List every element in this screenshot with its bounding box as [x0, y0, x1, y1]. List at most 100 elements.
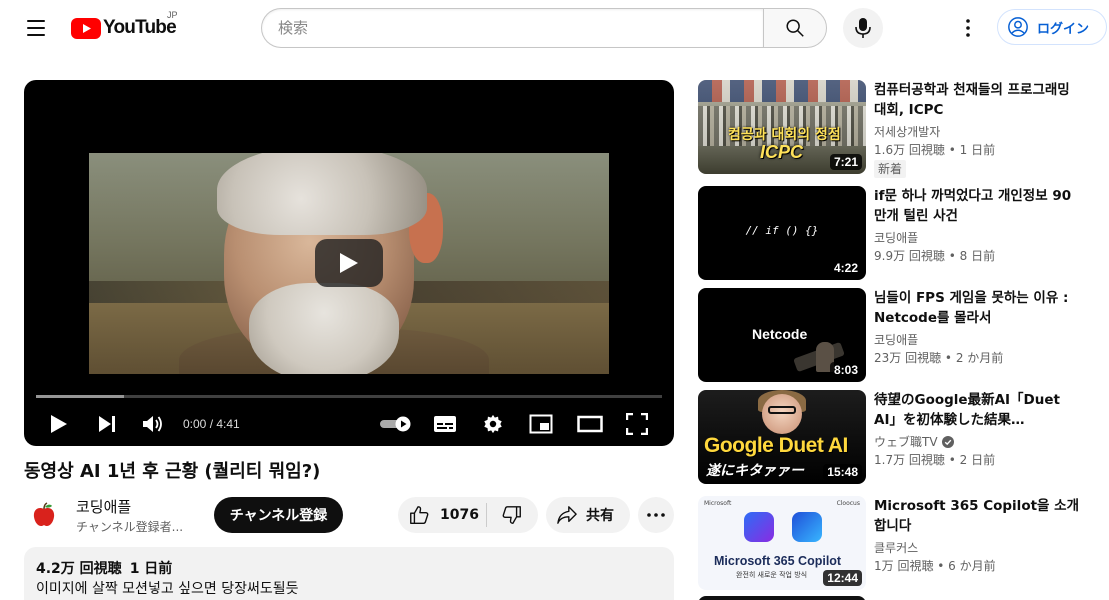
login-label: ログイン — [1037, 21, 1090, 37]
miniplayer-icon — [529, 414, 553, 434]
new-badge: 新着 — [874, 160, 907, 178]
logo-country-code: JP — [167, 10, 178, 20]
thumbnail-caption: // if () {} — [745, 224, 819, 237]
video-player[interactable]: 0:00 / 4:41 — [24, 80, 674, 446]
recommendation-title[interactable]: if문 하나 까먹었다고 개인정보 90만개 털린 사건 — [874, 186, 1079, 226]
thumbnail-caption: ICPC — [760, 142, 804, 162]
settings-button[interactable] — [478, 402, 508, 446]
meta-separator: • — [941, 351, 956, 365]
subtitles-button[interactable] — [430, 402, 460, 446]
upload-age: 2 か月前 — [955, 351, 1004, 365]
thumbnail[interactable]: 컴공과 대회의 정점 ICPC 7:21 — [698, 80, 866, 174]
recommendation-meta: 1万 回視聴 • 6 か月前 — [874, 557, 996, 575]
theater-icon — [577, 415, 603, 433]
more-actions-button[interactable] — [638, 497, 674, 533]
thumbnail-brand: Microsoft — [704, 500, 732, 507]
meta-separator: • — [944, 453, 960, 467]
like-dislike-group: 1076 — [398, 497, 538, 533]
dislike-icon — [502, 506, 521, 524]
subscriber-count: チャンネル登録者... — [76, 520, 184, 534]
search-input[interactable] — [261, 8, 763, 48]
dislike-button[interactable] — [487, 497, 537, 533]
share-button[interactable]: 共有 — [546, 497, 630, 533]
duration-badge: 7:21 — [829, 154, 862, 170]
view-count: 1万 回視聴 — [874, 559, 934, 573]
autoplay-toggle[interactable] — [378, 402, 414, 446]
mute-button[interactable] — [138, 402, 168, 446]
like-count: 1076 — [440, 507, 479, 523]
upload-age: 1 日前 — [959, 143, 996, 157]
progress-bar[interactable] — [36, 395, 662, 398]
time-display: 0:00 / 4:41 — [183, 402, 240, 446]
next-button[interactable] — [92, 402, 122, 446]
recommendation-item[interactable]: Microsoft Cloocus Microsoft 365 Copilot … — [698, 496, 1088, 590]
meta-separator: • — [944, 143, 960, 157]
play-button[interactable] — [44, 402, 74, 446]
miniplayer-button[interactable] — [526, 402, 556, 446]
like-button[interactable]: 1076 — [398, 497, 486, 533]
video-title: 동영상 AI 1년 후 근황 (퀄리티 뭐임?) — [24, 461, 321, 482]
upload-age: 6 か月前 — [948, 559, 996, 573]
youtube-logo[interactable]: YouTube JP — [71, 10, 178, 40]
channel-name: 코딩애플 — [874, 231, 919, 245]
like-icon — [410, 506, 429, 524]
buffered-bar — [36, 395, 124, 398]
play-icon — [340, 253, 358, 273]
description-text: 이미지에 살짝 모션넣고 싶으면 당장써도될듯 — [36, 581, 299, 597]
thumbnail[interactable]: Microsoft Cloocus Microsoft 365 Copilot … — [698, 496, 866, 590]
channel-name[interactable]: 코딩애플 — [76, 496, 131, 517]
large-play-button[interactable] — [315, 239, 383, 287]
voice-search-button[interactable] — [843, 8, 883, 48]
youtube-logo-icon — [71, 17, 101, 39]
recommendation-title[interactable]: 님들이 FPS 게임을 못하는 이유 : Netcode를 몰라서 — [874, 288, 1079, 328]
view-count: 9.9万 回視聴 — [874, 249, 945, 263]
thumbnail[interactable]: // if () {} 4:22 — [698, 186, 866, 280]
recommendation-thumbnail-partial[interactable] — [698, 596, 866, 600]
recommendation-channel[interactable]: 저세상개발자 — [874, 123, 940, 141]
fullscreen-button[interactable] — [622, 402, 652, 446]
thumbnail-brand: Cloocus — [836, 500, 860, 507]
recommendation-title[interactable]: 컴퓨터공학과 천재들의 프로그래밍 대회, ICPC — [874, 80, 1079, 120]
search-button[interactable] — [763, 8, 827, 48]
login-button[interactable]: ログイン — [997, 9, 1107, 45]
menu-icon[interactable] — [16, 8, 56, 48]
recommendation-channel[interactable]: ウェブ職TV — [874, 433, 954, 451]
recommendation-title[interactable]: 待望のGoogle最新AI「Duet AI」を初体験した結果… — [874, 390, 1079, 430]
subscribe-button[interactable]: チャンネル登録 — [214, 497, 343, 533]
view-count: 1.6万 回視聴 — [874, 143, 945, 157]
channel-avatar[interactable] — [24, 495, 64, 535]
view-count: 23万 回視聴 — [874, 351, 942, 365]
recommendation-item[interactable]: Google Duet AI 遂にキタァァー 15:48 待望のGoogle最新… — [698, 390, 1088, 484]
meta-separator: • — [933, 559, 949, 573]
masthead: YouTube JP ログイン — [0, 0, 1109, 56]
view-count: 4.2万 回視聴 — [36, 561, 122, 577]
description-box[interactable]: 4.2万 回視聴 1 日前 이미지에 살짝 모션넣고 싶으면 당장써도될듯 — [24, 547, 674, 600]
time-separator: / — [206, 417, 217, 431]
recommendation-item[interactable]: // if () {} 4:22 if문 하나 까먹었다고 개인정보 90만개 … — [698, 186, 1088, 280]
thumbnail[interactable]: Google Duet AI 遂にキタァァー 15:48 — [698, 390, 866, 484]
share-label: 共有 — [586, 508, 614, 524]
view-count: 1.7万 回視聴 — [874, 453, 945, 467]
recommendation-item[interactable]: 컴공과 대회의 정점 ICPC 7:21 컴퓨터공학과 천재들의 프로그래밍 대… — [698, 80, 1088, 178]
recommendation-channel[interactable]: 코딩애플 — [874, 331, 918, 349]
apple-icon — [33, 502, 55, 527]
recommendation-meta: 1.7万 回視聴 • 2 日前 — [874, 451, 995, 469]
recommendation-channel[interactable]: 코딩애플 — [874, 229, 918, 247]
thumbnail[interactable]: Netcode 8:03 — [698, 288, 866, 382]
verified-icon — [941, 436, 954, 448]
channel-name: 코딩애플 — [874, 333, 919, 347]
video-owner-row: 코딩애플 チャンネル登録者... チャンネル登録 1076 共有 — [24, 495, 674, 535]
volume-icon — [143, 416, 162, 432]
settings-menu-button[interactable] — [948, 8, 988, 48]
player-controls: 0:00 / 4:41 — [24, 402, 674, 446]
duration-badge: 4:22 — [829, 260, 862, 276]
autoplay-toggle-icon — [380, 416, 411, 432]
recommendation-channel[interactable]: 클루커스 — [874, 539, 918, 557]
channel-name: 클루커스 — [874, 541, 919, 555]
search-box — [261, 8, 827, 48]
logo-wordmark: YouTube — [103, 17, 177, 38]
recommendation-item[interactable]: Netcode 8:03 님들이 FPS 게임을 못하는 이유 : Netcod… — [698, 288, 1088, 382]
recommendation-title[interactable]: Microsoft 365 Copilot을 소개합니다 — [874, 496, 1079, 536]
theater-mode-button[interactable] — [574, 402, 606, 446]
duration: 4:41 — [216, 417, 240, 431]
